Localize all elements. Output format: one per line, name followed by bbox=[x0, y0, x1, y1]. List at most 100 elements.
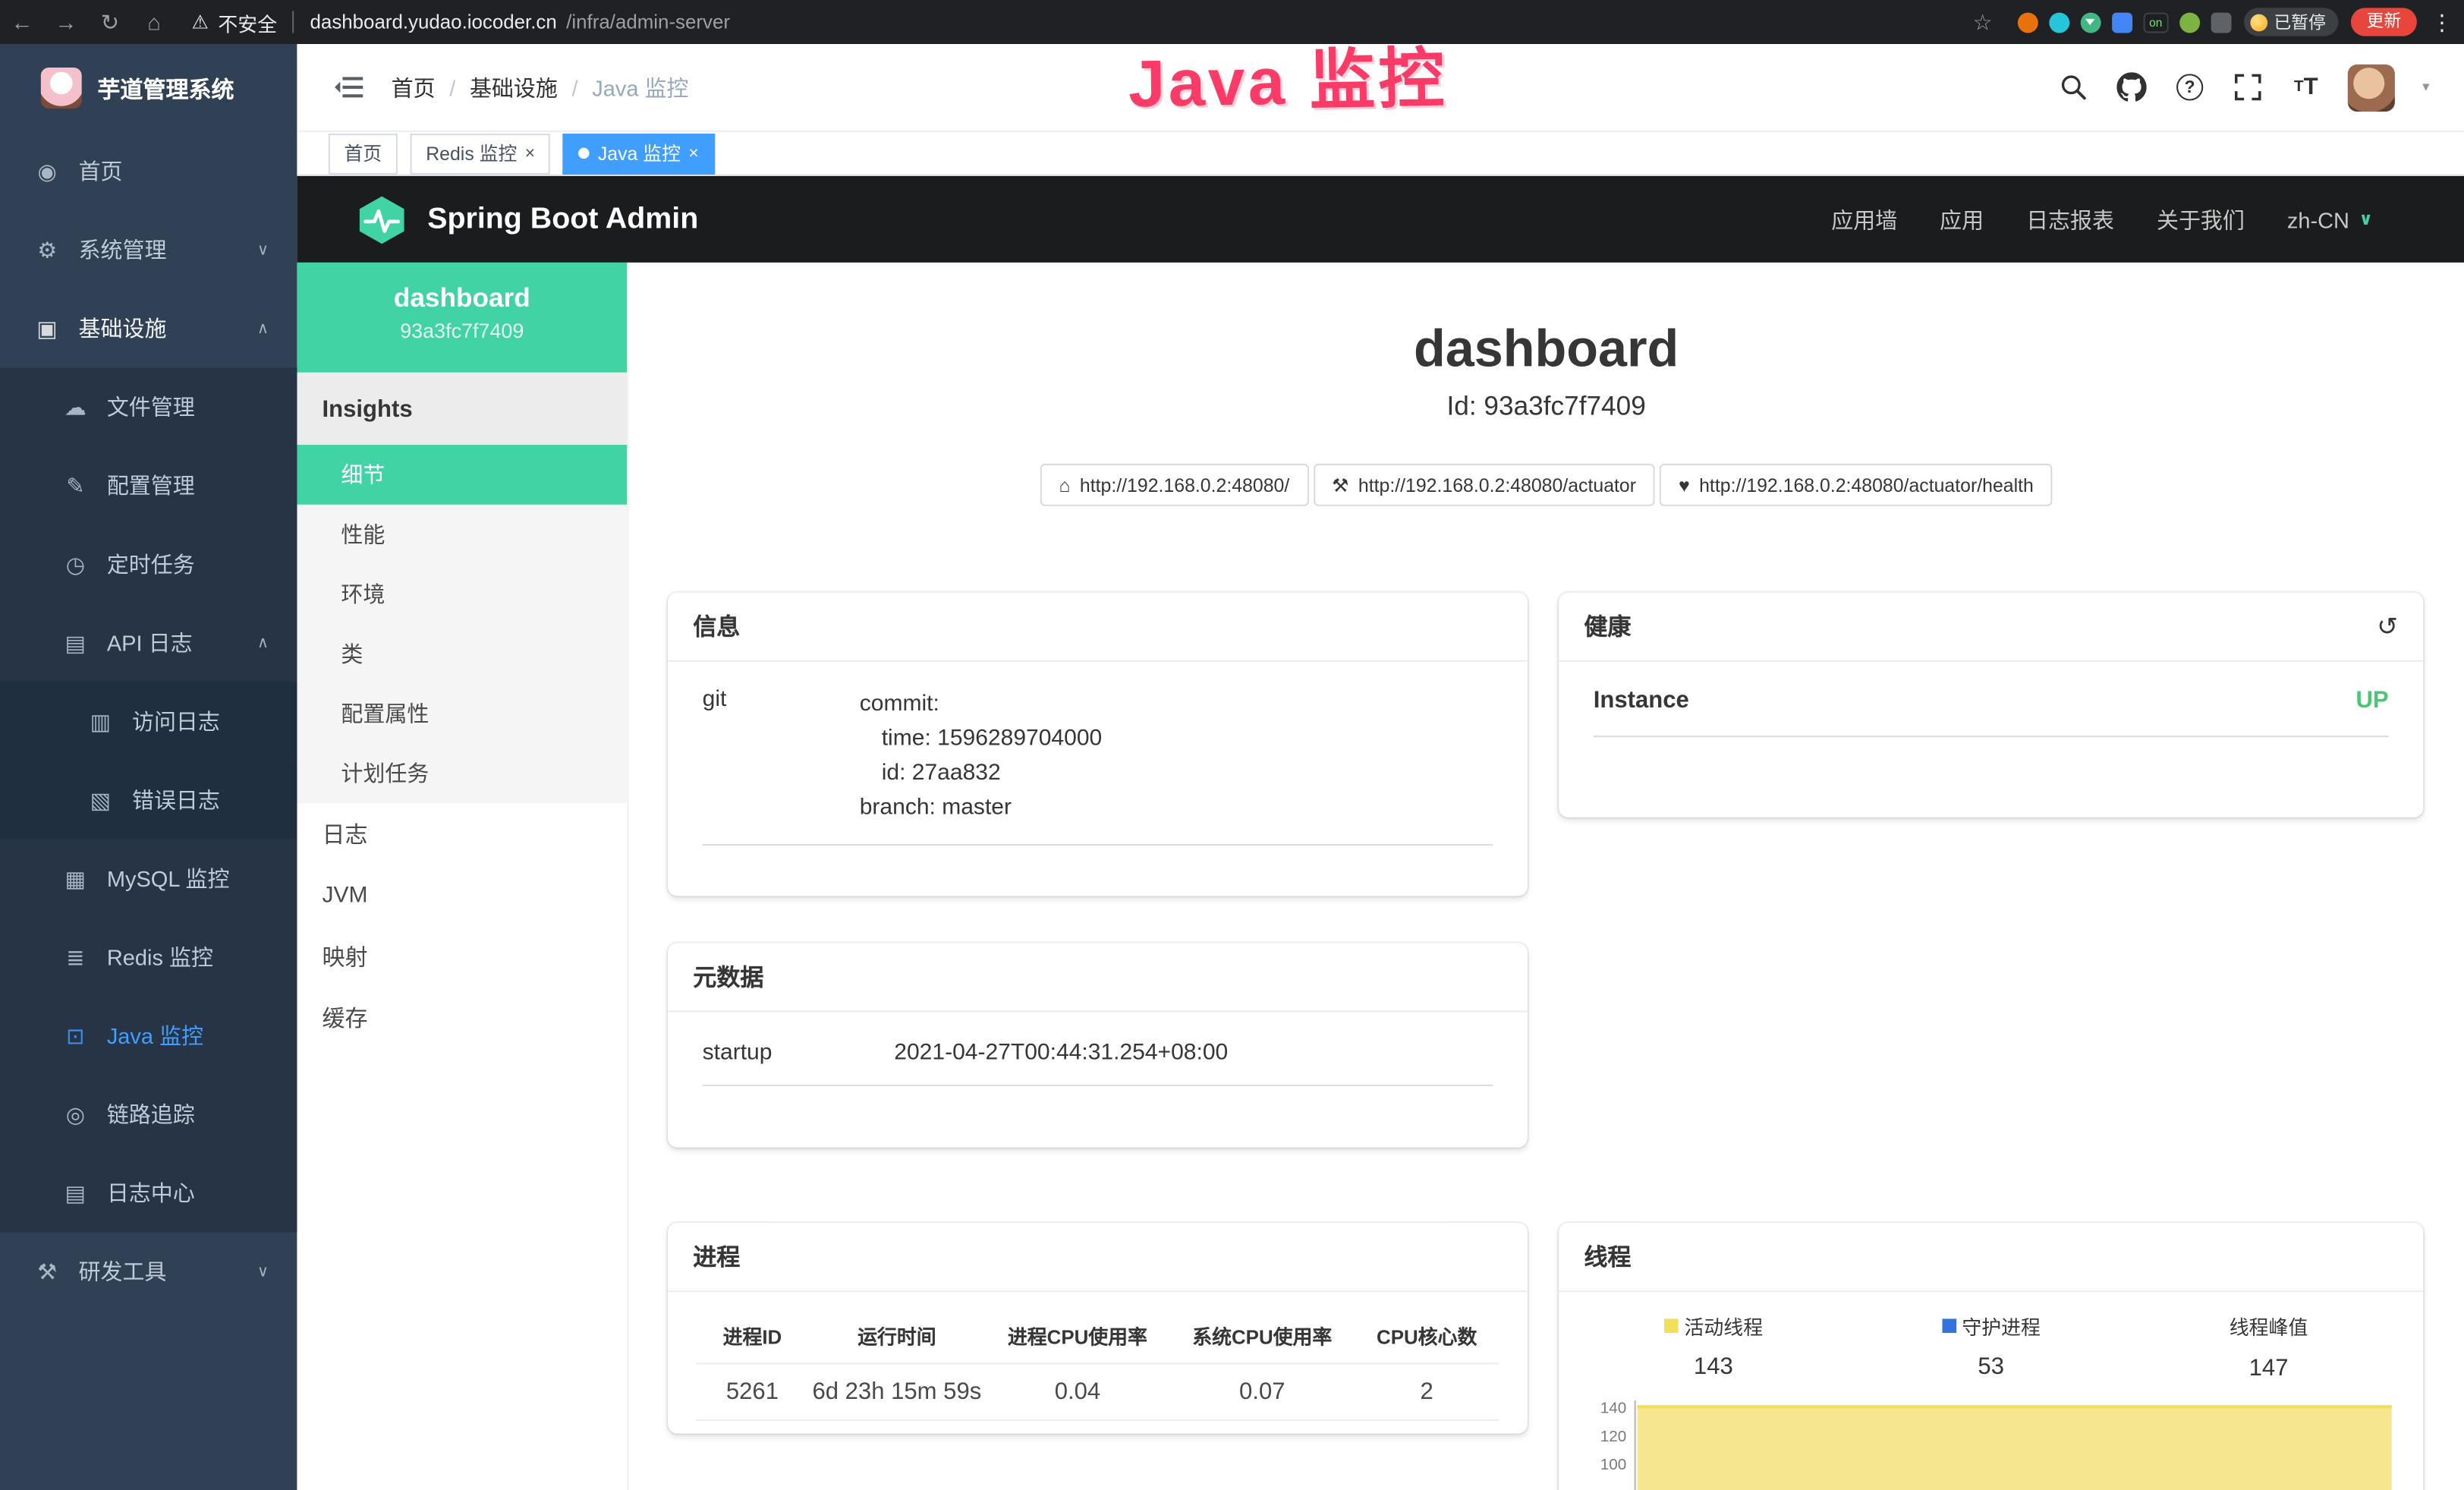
extension-icon[interactable] bbox=[2017, 12, 2038, 33]
tag-label: Java 监控 bbox=[598, 140, 681, 166]
tag-home[interactable]: 首页 bbox=[329, 133, 398, 174]
forward-icon[interactable]: → bbox=[44, 9, 88, 34]
bookmark-star-icon[interactable]: ☆ bbox=[1961, 8, 2005, 35]
actuator-url-button[interactable]: ⚒ http://192.168.0.2:48080/actuator bbox=[1313, 464, 1655, 506]
sidebar-item-java-monitor[interactable]: ⊡ Java 监控 bbox=[0, 997, 297, 1076]
fullscreen-icon[interactable] bbox=[2233, 71, 2264, 102]
process-table-values: 5261 6d 23h 15m 59s 0.04 0.07 2 bbox=[696, 1364, 1499, 1421]
sba-instance-header[interactable]: dashboard 93a3fc7f7409 bbox=[297, 263, 627, 373]
document-icon: ▤ bbox=[63, 1180, 88, 1206]
sidebar-item-home[interactable]: ◉ 首页 bbox=[0, 132, 297, 211]
instance-url-button[interactable]: ⌂ http://192.168.0.2:48080/ bbox=[1040, 464, 1308, 506]
extension-icon[interactable] bbox=[2049, 12, 2069, 33]
sba-menu-environment[interactable]: 环境 bbox=[297, 564, 627, 624]
home-icon[interactable]: ⌂ bbox=[132, 9, 176, 34]
font-size-icon[interactable]: TT bbox=[2290, 71, 2321, 102]
update-button[interactable]: 更新 bbox=[2351, 8, 2417, 36]
browser-menu-icon[interactable]: ⋮ bbox=[2420, 8, 2464, 35]
document-icon: ▧ bbox=[88, 786, 113, 813]
address-bar[interactable]: ⚠ 不安全 dashboard.yudao.iocoder.cn/infra/a… bbox=[192, 7, 1961, 36]
column-header: 进程CPU使用率 bbox=[985, 1320, 1169, 1350]
health-card-title: 健康 bbox=[1584, 610, 1631, 642]
extension-on-badge[interactable]: on bbox=[2143, 12, 2169, 33]
threads-chart: 140 120 100 bbox=[1559, 1400, 2423, 1490]
github-icon[interactable] bbox=[2116, 71, 2147, 102]
screen: ← → ↻ ⌂ ⚠ 不安全 dashboard.yudao.iocoder.cn… bbox=[0, 0, 2464, 1490]
health-heart-icon: ♥ bbox=[1679, 474, 1690, 496]
threads-legend: 活动线程 143 守护进程 53 线程峰值 147 bbox=[1559, 1292, 2423, 1381]
sba-nav-about[interactable]: 关于我们 bbox=[2157, 203, 2245, 235]
user-avatar[interactable] bbox=[2349, 64, 2396, 111]
health-instance-row[interactable]: Instance UP bbox=[1594, 687, 2389, 737]
paused-badge[interactable]: 已暂停 bbox=[2244, 8, 2338, 36]
sidebar-item-link-tracing[interactable]: ◎ 链路追踪 bbox=[0, 1075, 297, 1154]
logo-avatar bbox=[41, 68, 82, 109]
column-header: 进程ID bbox=[696, 1320, 808, 1350]
layers-icon: ≣ bbox=[63, 944, 88, 971]
edit-icon: ✎ bbox=[63, 472, 88, 499]
sidebar-item-api-logs[interactable]: ▤ API 日志 ∧ bbox=[0, 603, 297, 682]
instance-url-label: http://192.168.0.2:48080/ bbox=[1080, 474, 1289, 496]
sba-locale-select[interactable]: zh-CN ∨ bbox=[2287, 206, 2373, 232]
sba-brand-title: Spring Boot Admin bbox=[427, 202, 698, 237]
legend-swatch-yellow bbox=[1664, 1318, 1679, 1333]
tag-java-monitor[interactable]: Java 监控 × bbox=[563, 133, 714, 174]
sba-menu-config-props[interactable]: 配置属性 bbox=[297, 684, 627, 744]
sidebar-toggle-icon[interactable] bbox=[335, 75, 363, 99]
sidebar-item-label: API 日志 bbox=[107, 627, 193, 658]
sidebar-item-dev-tools[interactable]: ⚒ 研发工具 ∨ bbox=[0, 1233, 297, 1312]
sba-menu-logs[interactable]: 日志 bbox=[297, 803, 627, 865]
sba-menu-section-insights[interactable]: Insights bbox=[297, 373, 627, 445]
vue-devtools-extension-icon[interactable] bbox=[2080, 12, 2101, 33]
sidebar-item-scheduled-tasks[interactable]: ◷ 定时任务 bbox=[0, 525, 297, 604]
sidebar-item-label: Java 监控 bbox=[107, 1020, 203, 1051]
breadcrumb-item[interactable]: 基础设施 bbox=[470, 71, 558, 102]
extension-icon[interactable] bbox=[2179, 12, 2200, 33]
health-row-label: Instance bbox=[1594, 687, 1689, 713]
close-icon[interactable]: × bbox=[688, 143, 698, 162]
sidebar-item-mysql-monitor[interactable]: ▦ MySQL 监控 bbox=[0, 840, 297, 918]
app-logo[interactable]: 芋道管理系统 bbox=[0, 44, 297, 132]
sidebar-item-redis-monitor[interactable]: ≣ Redis 监控 bbox=[0, 918, 297, 997]
status-badge: UP bbox=[2355, 687, 2388, 713]
sidebar-item-label: MySQL 监控 bbox=[107, 863, 230, 894]
legend-swatch-blue bbox=[1941, 1318, 1956, 1333]
sba-menu-jvm[interactable]: JVM bbox=[297, 865, 627, 926]
system-cpu: 0.07 bbox=[1170, 1378, 1355, 1405]
sba-brand[interactable]: Spring Boot Admin bbox=[297, 193, 698, 246]
sba-menu-classes[interactable]: 类 bbox=[297, 624, 627, 684]
close-icon[interactable]: × bbox=[525, 143, 535, 162]
sidebar-item-config-management[interactable]: ✎ 配置管理 bbox=[0, 446, 297, 525]
sidebar-item-file-management[interactable]: ☁ 文件管理 bbox=[0, 368, 297, 447]
sidebar-item-log-center[interactable]: ▤ 日志中心 bbox=[0, 1154, 297, 1233]
help-icon[interactable]: ? bbox=[2174, 71, 2205, 102]
sba-menu-scheduled-tasks[interactable]: 计划任务 bbox=[297, 743, 627, 803]
health-url-button[interactable]: ♥ http://192.168.0.2:48080/actuator/heal… bbox=[1660, 464, 2053, 506]
history-icon[interactable]: ↺ bbox=[2377, 611, 2398, 642]
tag-redis-monitor[interactable]: Redis 监控 × bbox=[411, 133, 551, 174]
sba-nav-wallboard[interactable]: 应用墙 bbox=[1831, 203, 1897, 235]
sidebar-item-system-management[interactable]: ⚙ 系统管理 ∨ bbox=[0, 210, 297, 289]
breadcrumb-item[interactable]: 首页 bbox=[392, 71, 436, 102]
sba-nav-applications[interactable]: 应用 bbox=[1940, 203, 1984, 235]
sba-menu-mappings[interactable]: 映射 bbox=[297, 926, 627, 988]
extension-icon[interactable] bbox=[2111, 12, 2132, 33]
breadcrumb-separator: / bbox=[572, 74, 578, 99]
reload-icon[interactable]: ↻ bbox=[88, 8, 132, 35]
back-icon[interactable]: ← bbox=[0, 9, 44, 34]
avatar-caret-icon[interactable]: ▾ bbox=[2422, 79, 2429, 96]
sidebar-item-access-logs[interactable]: ▥ 访问日志 bbox=[0, 682, 297, 761]
sidebar-item-infrastructure[interactable]: ▣ 基础设施 ∧ bbox=[0, 289, 297, 368]
instance-links: ⌂ http://192.168.0.2:48080/ ⚒ http://192… bbox=[628, 464, 2464, 506]
sba-menu-caches[interactable]: 缓存 bbox=[297, 987, 627, 1048]
metadata-value: 2021-04-27T00:44:31.254+08:00 bbox=[894, 1041, 1493, 1066]
search-icon[interactable] bbox=[2058, 71, 2089, 102]
sba-menu-details[interactable]: 细节 bbox=[297, 445, 627, 505]
sba-menu-metrics[interactable]: 性能 bbox=[297, 505, 627, 565]
sidebar-item-error-logs[interactable]: ▧ 错误日志 bbox=[0, 761, 297, 840]
url-path: /infra/admin-server bbox=[566, 11, 730, 33]
breadcrumb-separator: / bbox=[449, 74, 455, 99]
sba-nav-journal[interactable]: 日志报表 bbox=[2026, 203, 2114, 235]
extension-icon[interactable] bbox=[2211, 12, 2232, 33]
legend-value: 143 bbox=[1575, 1353, 1852, 1380]
